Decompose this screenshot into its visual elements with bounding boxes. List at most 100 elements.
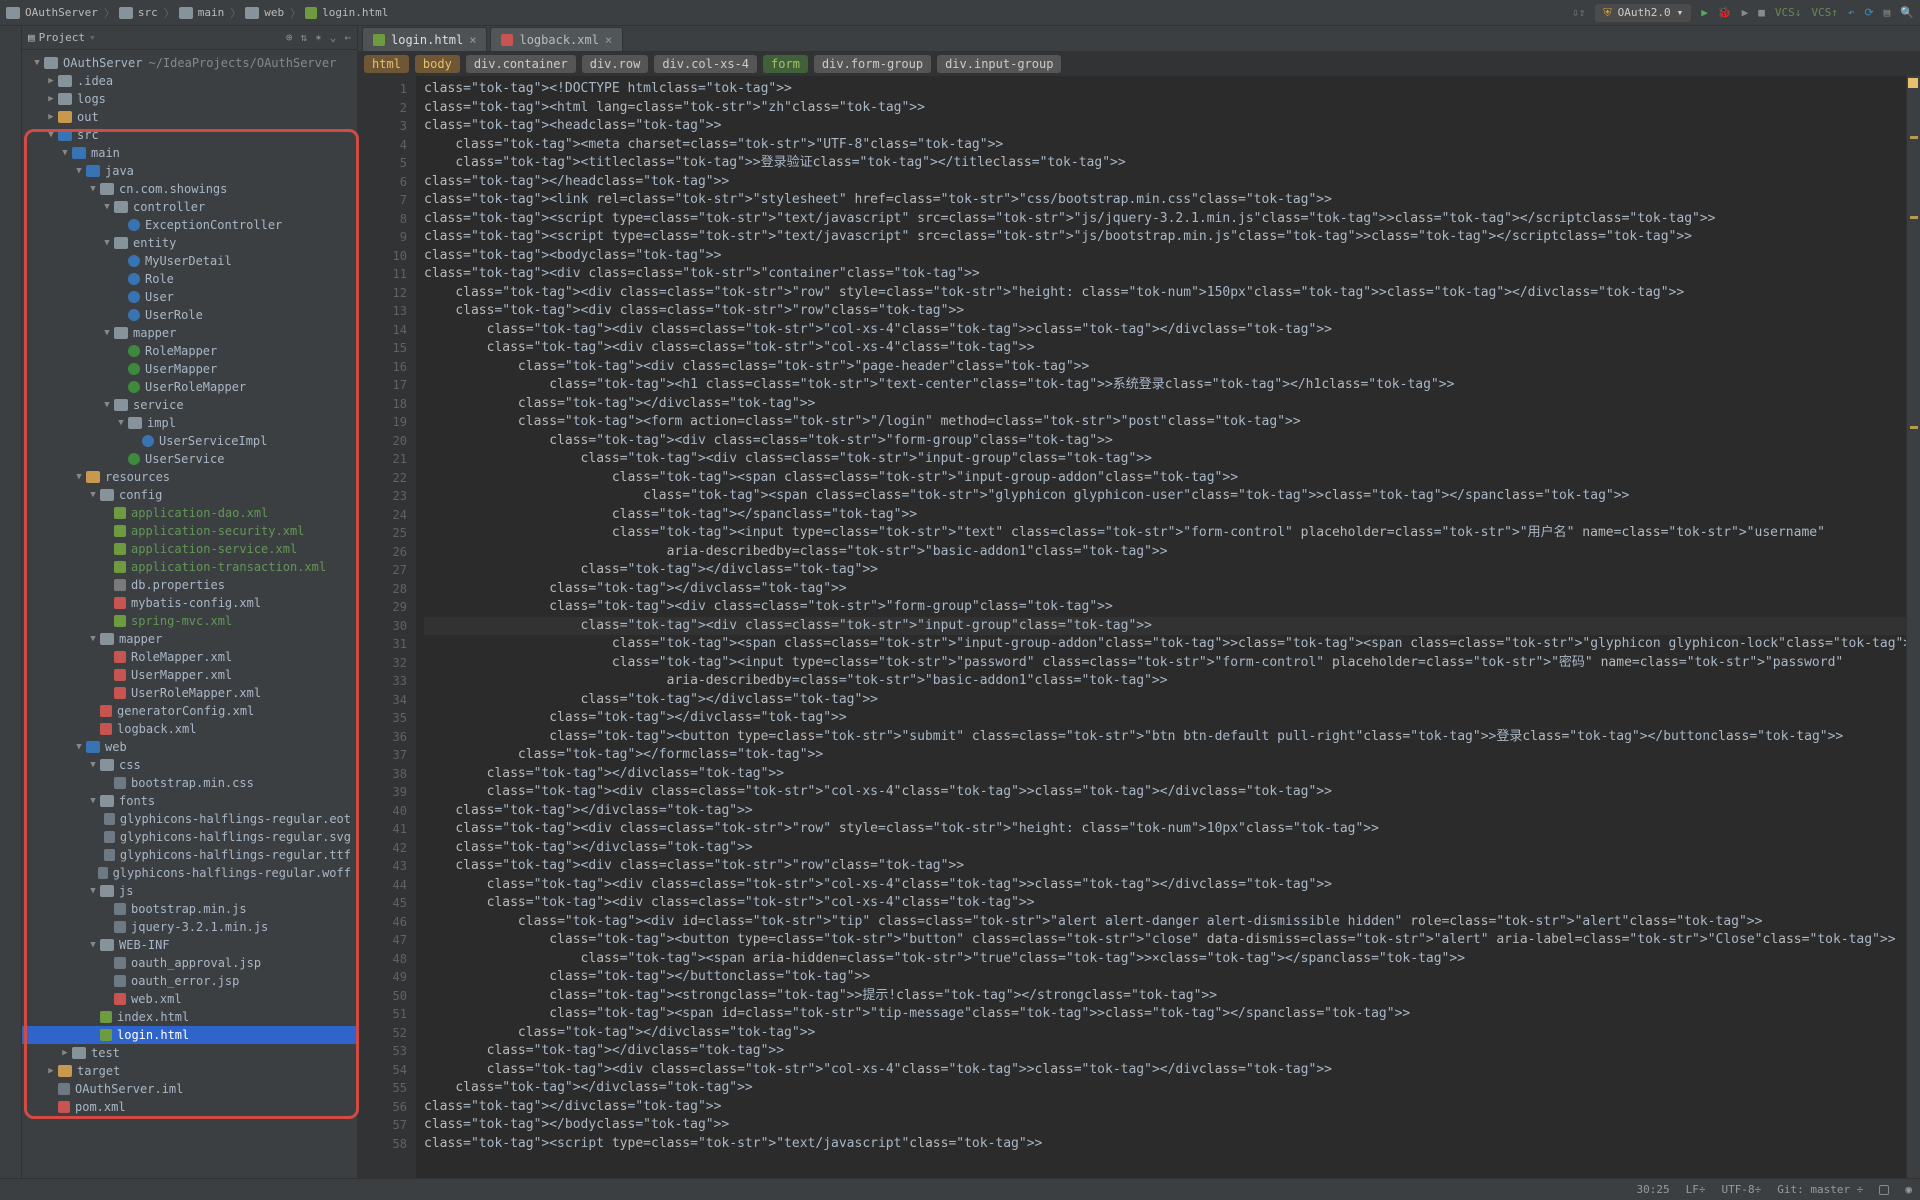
crumb-dir[interactable]: 〉main: [164, 5, 225, 21]
left-tool-rail[interactable]: [0, 26, 22, 1178]
editor-tab[interactable]: login.html×: [362, 27, 487, 51]
run-button[interactable]: ▶: [1701, 6, 1708, 19]
history-icon[interactable]: ⟳: [1864, 6, 1873, 19]
tree-node[interactable]: ▶oauth_error.jsp: [22, 972, 357, 990]
project-tree[interactable]: ▼OAuthServer~/IdeaProjects/OAuthServer▶.…: [22, 50, 357, 1178]
hide-icon[interactable]: ⌄: [330, 31, 337, 44]
tree-node[interactable]: ▼entity: [22, 234, 357, 252]
tree-node[interactable]: ▶target: [22, 1062, 357, 1080]
tree-node[interactable]: ▶test: [22, 1044, 357, 1062]
revert-icon[interactable]: ↶: [1848, 6, 1855, 19]
tree-node[interactable]: ▶application-service.xml: [22, 540, 357, 558]
warning-marker[interactable]: [1910, 216, 1918, 219]
tree-node[interactable]: ▼main: [22, 144, 357, 162]
debug-button[interactable]: 🐞: [1718, 6, 1732, 19]
tree-node[interactable]: ▶RoleMapper: [22, 342, 357, 360]
tree-node[interactable]: ▶glyphicons-halflings-regular.svg: [22, 828, 357, 846]
tree-node[interactable]: ▶UserService: [22, 450, 357, 468]
warning-marker[interactable]: [1910, 426, 1918, 429]
tree-node[interactable]: ▼css: [22, 756, 357, 774]
breadcrumb-tag[interactable]: form: [763, 55, 808, 73]
editor-marker-rail[interactable]: [1906, 76, 1920, 1178]
tree-node[interactable]: ▶web.xml: [22, 990, 357, 1008]
breadcrumb-tag[interactable]: div.container: [466, 55, 576, 73]
tree-node[interactable]: ▶bootstrap.min.css: [22, 774, 357, 792]
tree-node[interactable]: ▶UserMapper: [22, 360, 357, 378]
tree-node[interactable]: ▼controller: [22, 198, 357, 216]
warning-marker[interactable]: [1910, 136, 1918, 139]
project-panel-title[interactable]: Project: [39, 31, 85, 44]
readonly-lock-icon[interactable]: [1879, 1185, 1889, 1195]
breadcrumb-tag[interactable]: div.input-group: [937, 55, 1061, 73]
tree-node[interactable]: ▼fonts: [22, 792, 357, 810]
tree-node[interactable]: ▶bootstrap.min.js: [22, 900, 357, 918]
tree-node[interactable]: ▶OAuthServer.iml: [22, 1080, 357, 1098]
tree-node[interactable]: ▼cn.com.showings: [22, 180, 357, 198]
crumb-file[interactable]: 〉login.html: [290, 5, 388, 21]
run-config-selector[interactable]: ⛨OAuth2.0▾: [1595, 4, 1691, 22]
tree-node[interactable]: ▶application-dao.xml: [22, 504, 357, 522]
tree-node[interactable]: ▶db.properties: [22, 576, 357, 594]
project-view-dropdown[interactable]: ▾: [89, 31, 96, 44]
tree-node[interactable]: ▶pom.xml: [22, 1098, 357, 1116]
settings-icon[interactable]: ✶: [315, 31, 322, 44]
caret-position[interactable]: 30:25: [1637, 1183, 1670, 1196]
breadcrumb-tag[interactable]: div.col-xs-4: [654, 55, 757, 73]
tree-node[interactable]: ▶glyphicons-halflings-regular.ttf: [22, 846, 357, 864]
tree-node[interactable]: ▶application-security.xml: [22, 522, 357, 540]
tree-node[interactable]: ▶UserServiceImpl: [22, 432, 357, 450]
tree-node[interactable]: ▼src: [22, 126, 357, 144]
tree-node[interactable]: ▼mapper: [22, 630, 357, 648]
search-icon[interactable]: 🔍: [1900, 6, 1914, 19]
tree-node[interactable]: ▶UserRole: [22, 306, 357, 324]
build-icon[interactable]: ⇩⇧: [1572, 6, 1585, 19]
coverage-button[interactable]: ▶: [1742, 6, 1749, 19]
tree-node[interactable]: ▶Role: [22, 270, 357, 288]
tree-node[interactable]: ▼mapper: [22, 324, 357, 342]
tree-node[interactable]: ▶UserRoleMapper.xml: [22, 684, 357, 702]
tree-node[interactable]: ▶spring-mvc.xml: [22, 612, 357, 630]
scroll-from-source-icon[interactable]: ⊕: [286, 31, 293, 44]
vcs-update-icon[interactable]: VCS↓: [1775, 6, 1802, 19]
tree-node[interactable]: ▼impl: [22, 414, 357, 432]
crumb-root[interactable]: OAuthServer: [6, 6, 98, 19]
tree-node[interactable]: ▼resources: [22, 468, 357, 486]
collapse-all-icon[interactable]: ⇅: [301, 31, 308, 44]
tree-node[interactable]: ▶User: [22, 288, 357, 306]
tree-node[interactable]: ▶ExceptionController: [22, 216, 357, 234]
git-branch[interactable]: Git: master ÷: [1777, 1183, 1863, 1196]
minimize-icon[interactable]: ←: [344, 31, 351, 44]
tree-node[interactable]: ▶RoleMapper.xml: [22, 648, 357, 666]
tree-node[interactable]: ▶oauth_approval.jsp: [22, 954, 357, 972]
tree-node[interactable]: ▼web: [22, 738, 357, 756]
editor-tab[interactable]: logback.xml×: [490, 27, 623, 51]
inspection-status-icon[interactable]: [1908, 78, 1918, 88]
tree-node[interactable]: ▶index.html: [22, 1008, 357, 1026]
editor-gutter[interactable]: 1234567891011121314151617181920212223242…: [358, 76, 416, 1178]
tree-node[interactable]: ▶mybatis-config.xml: [22, 594, 357, 612]
tree-node[interactable]: ▶UserMapper.xml: [22, 666, 357, 684]
tree-node[interactable]: ▼java: [22, 162, 357, 180]
code-editor[interactable]: class="tok-tag"><!DOCTYPE htmlclass="tok…: [416, 76, 1906, 1178]
tree-node[interactable]: ▼config: [22, 486, 357, 504]
tree-node[interactable]: ▼service: [22, 396, 357, 414]
tree-node[interactable]: ▶out: [22, 108, 357, 126]
tree-node[interactable]: ▶logs: [22, 90, 357, 108]
tree-node[interactable]: ▶.idea: [22, 72, 357, 90]
breadcrumb-tag[interactable]: body: [415, 55, 460, 73]
tree-node[interactable]: ▶MyUserDetail: [22, 252, 357, 270]
editor-breadcrumb[interactable]: htmlbodydiv.containerdiv.rowdiv.col-xs-4…: [358, 52, 1920, 76]
tree-node[interactable]: ▶glyphicons-halflings-regular.woff: [22, 864, 357, 882]
tree-node[interactable]: ▶jquery-3.2.1.min.js: [22, 918, 357, 936]
close-tab-icon[interactable]: ×: [469, 33, 476, 47]
tree-node[interactable]: ▶login.html: [22, 1026, 357, 1044]
tree-node[interactable]: ▼OAuthServer~/IdeaProjects/OAuthServer: [22, 54, 357, 72]
breadcrumb-tag[interactable]: div.row: [582, 55, 649, 73]
line-separator[interactable]: LF÷: [1686, 1183, 1706, 1196]
tree-node[interactable]: ▼WEB-INF: [22, 936, 357, 954]
breadcrumb-tag[interactable]: div.form-group: [814, 55, 931, 73]
tree-node[interactable]: ▶application-transaction.xml: [22, 558, 357, 576]
tree-node[interactable]: ▼js: [22, 882, 357, 900]
project-view-icon[interactable]: ▤: [28, 31, 35, 44]
tree-node[interactable]: ▶glyphicons-halflings-regular.eot: [22, 810, 357, 828]
